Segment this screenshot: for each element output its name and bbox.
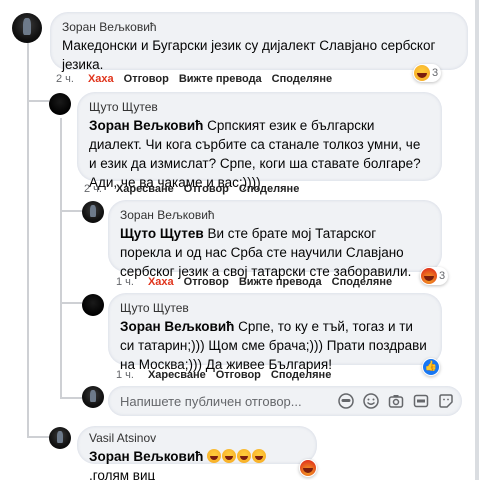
thread-line bbox=[27, 100, 49, 102]
current-user-avatar bbox=[82, 386, 104, 408]
reaction-count: 3 bbox=[439, 270, 446, 282]
comment-time[interactable]: 1 ч. bbox=[116, 369, 134, 381]
reaction-summary[interactable]: 3 bbox=[420, 267, 449, 285]
comment-author[interactable]: Щуто Щутев bbox=[89, 99, 430, 115]
comment-body: ,голям виц bbox=[89, 468, 156, 480]
comment-text: Зоран Вељковић Српският език е български… bbox=[89, 116, 430, 192]
like-button[interactable]: Харесване bbox=[116, 183, 174, 195]
laughing-emoji-icon bbox=[222, 449, 237, 463]
reply-composer bbox=[108, 386, 462, 416]
reply-button[interactable]: Отговор bbox=[184, 276, 229, 288]
comment-time[interactable]: 1 ч. bbox=[116, 276, 134, 288]
composer-tools bbox=[338, 393, 454, 409]
avatar[interactable] bbox=[82, 294, 104, 316]
reaction-count: 3 bbox=[432, 67, 439, 79]
comment-bubble: Зоран Вељковић Щуто Щутев Ви сте брате м… bbox=[108, 200, 442, 279]
comment-bubble: Щуто Щутев Зоран Вељковић Српският език … bbox=[77, 92, 442, 190]
thread-line bbox=[27, 436, 49, 438]
comment-bubble: Vasil Atsinov Зоран Вељковић ,голям виц bbox=[77, 426, 317, 480]
haha-emoji-icon bbox=[421, 268, 437, 284]
camera-icon[interactable] bbox=[388, 393, 404, 409]
comment-bubble: Щуто Щутев Зоран Вељковић Српе, то ку е … bbox=[108, 293, 442, 372]
reaction-summary[interactable]: 👍 bbox=[422, 358, 440, 376]
thread-line bbox=[60, 302, 82, 304]
reaction-summary[interactable] bbox=[299, 459, 317, 477]
share-button[interactable]: Споделяне bbox=[271, 369, 331, 381]
avatar[interactable] bbox=[49, 427, 71, 449]
mention-link[interactable]: Зоран Вељковић bbox=[89, 118, 203, 133]
thread-line bbox=[60, 210, 82, 212]
share-button[interactable]: Споделяне bbox=[239, 183, 299, 195]
haha-emoji-icon bbox=[414, 65, 430, 81]
comment-time[interactable]: 2 ч. bbox=[56, 73, 74, 85]
comment-actions: 1 ч. Харесване Отговор Споделяне bbox=[116, 369, 341, 381]
avatar[interactable] bbox=[49, 93, 71, 115]
mention-link[interactable]: Зоран Вељковић bbox=[89, 449, 203, 464]
thread-line bbox=[60, 118, 62, 398]
mention-link[interactable]: Щуто Щутев bbox=[120, 226, 204, 241]
laughing-emoji-icon bbox=[237, 449, 252, 463]
laughing-emoji-icon bbox=[252, 449, 267, 463]
comment-actions: 2 ч. Харесване Отговор Споделяне bbox=[84, 183, 309, 195]
reply-button[interactable]: Отговор bbox=[216, 369, 261, 381]
like-button[interactable]: Харесване bbox=[148, 369, 206, 381]
reply-button[interactable]: Отговор bbox=[124, 73, 169, 85]
haha-emoji-icon bbox=[300, 460, 316, 476]
comment-author[interactable]: Зоран Вељковић bbox=[120, 207, 430, 223]
scrollbar-track[interactable] bbox=[475, 0, 479, 480]
avatar[interactable] bbox=[12, 13, 42, 43]
haha-reaction-button[interactable]: Хаха bbox=[148, 276, 174, 288]
comment-time[interactable]: 2 ч. bbox=[84, 183, 102, 195]
avatar-sticker-icon[interactable] bbox=[338, 393, 354, 409]
share-button[interactable]: Споделяне bbox=[332, 276, 392, 288]
comment-author[interactable]: Щуто Щутев bbox=[120, 300, 430, 316]
sticker-icon[interactable] bbox=[438, 393, 454, 409]
comment-actions: 2 ч. Хаха Отговор Вижте превода Споделян… bbox=[56, 73, 342, 85]
comment-text: Зоран Вељковић Српе, то ку е тъй, тогаз … bbox=[120, 317, 430, 374]
reply-input[interactable] bbox=[120, 393, 350, 409]
reply-button[interactable]: Отговор bbox=[184, 183, 229, 195]
comment-text: Македонски и Бугарски језик су дијалект … bbox=[62, 38, 436, 72]
comment-text: Зоран Вељковић ,голям виц bbox=[89, 447, 305, 480]
avatar[interactable] bbox=[82, 201, 104, 223]
comment-text: Щуто Щутев Ви сте брате мој Татарског по… bbox=[120, 224, 430, 281]
haha-reaction-button[interactable]: Хаха bbox=[88, 73, 114, 85]
see-translation-link[interactable]: Вижте превода bbox=[239, 276, 322, 288]
mention-link[interactable]: Зоран Вељковић bbox=[120, 319, 234, 334]
comment-actions: 1 ч. Хаха Отговор Вижте превода Споделян… bbox=[116, 276, 402, 288]
see-translation-link[interactable]: Вижте превода bbox=[179, 73, 262, 85]
thread-line bbox=[60, 397, 82, 399]
share-button[interactable]: Споделяне bbox=[272, 73, 332, 85]
emoji-icon[interactable] bbox=[363, 393, 379, 409]
reaction-summary[interactable]: 3 bbox=[413, 64, 442, 82]
comment-bubble: Зоран Вељковић Македонски и Бугарски јез… bbox=[50, 12, 468, 72]
gif-icon[interactable] bbox=[413, 393, 429, 409]
laughing-emoji-icon bbox=[207, 449, 222, 463]
comment-author[interactable]: Зоран Вељковић bbox=[62, 19, 456, 35]
comment-author[interactable]: Vasil Atsinov bbox=[89, 430, 305, 446]
like-reaction-icon: 👍 bbox=[423, 359, 439, 375]
